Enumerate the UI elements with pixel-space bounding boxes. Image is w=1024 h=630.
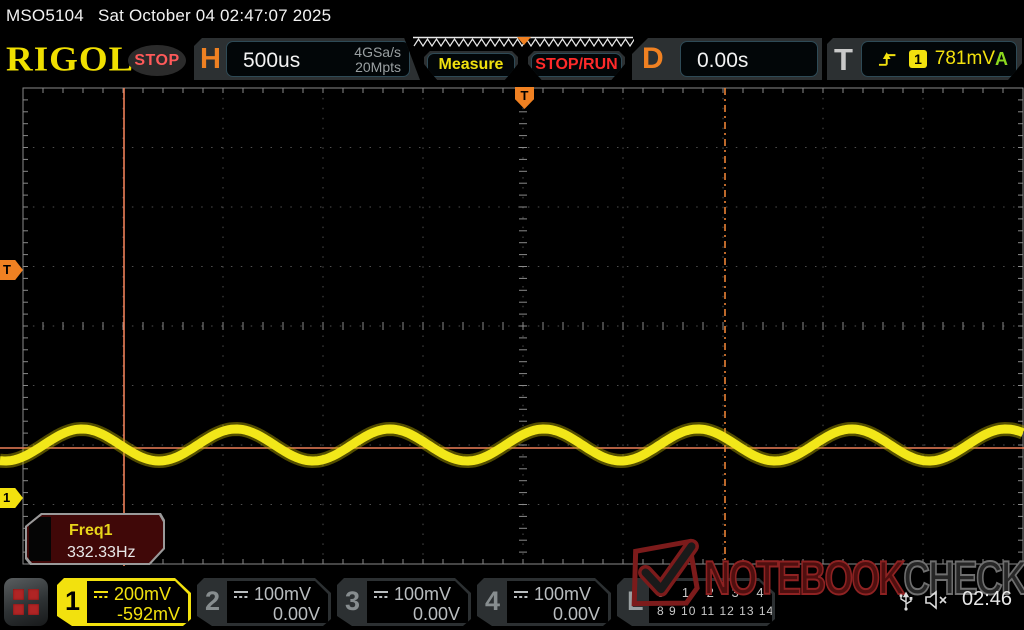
channel1-tab[interactable]: 1 200mV -592mV	[57, 578, 191, 626]
dc-coupling-icon	[233, 590, 249, 599]
trigger-level-value: 781mV	[934, 48, 995, 69]
horizontal-position-strip[interactable]	[412, 36, 634, 49]
oscilloscope-screen: MSO5104 Sat October 04 02:47:07 2025 RIGO…	[0, 0, 1024, 630]
measure-button[interactable]: Measure	[424, 51, 518, 80]
channel3-number: 3	[345, 586, 361, 616]
measurement-strip	[29, 517, 51, 561]
logic-channels-8-15: 8 9 10 11 12 13 14 15	[657, 604, 794, 618]
clock-label: 02:46	[962, 588, 1013, 610]
channel3-panel: 100mV 0.00V	[367, 581, 468, 623]
channel4-scale: 100mV	[534, 584, 592, 604]
measurement-value: 332.33Hz	[67, 544, 136, 561]
acquisition-info: 4GSa/s 20Mpts	[354, 45, 401, 75]
trigger-label: T	[834, 42, 853, 77]
channel4-panel: 100mV 0.00V	[507, 581, 608, 623]
horizontal-menu-block[interactable]: H 500us 4GSa/s 20Mpts	[194, 38, 420, 80]
delay-value: 0.00s	[697, 49, 749, 72]
status-area: 02:46	[898, 588, 1012, 611]
stop-run-button-label: STOP/RUN	[531, 53, 622, 77]
channel2-panel: 100mV 0.00V	[227, 581, 328, 623]
channel2-offset: 0.00V	[272, 604, 320, 624]
channel1-offset: -592mV	[116, 604, 180, 624]
dc-coupling-icon	[513, 590, 529, 599]
channel1-panel: 200mV -592mV	[87, 581, 188, 623]
logic-panel: 0 1 2 3 4 5 6 7 8 9 10 11 12 13 14 15	[649, 581, 772, 623]
delay-box[interactable]: 0.00s	[680, 41, 818, 77]
rigol-logo: RIGOL	[6, 40, 135, 79]
usb-icon	[899, 591, 913, 611]
rising-edge-icon	[878, 50, 897, 68]
delay-menu-block[interactable]: D 0.00s	[632, 38, 822, 80]
trigger-mode: A	[995, 48, 1008, 69]
channel2-tab[interactable]: 2 100mV 0.00V	[197, 578, 331, 626]
main-menu-button[interactable]	[4, 578, 48, 626]
channel3-scale: 100mV	[394, 584, 452, 604]
delay-label: D	[642, 42, 664, 75]
channel1-scale: 200mV	[114, 584, 172, 604]
sample-rate: 4GSa/s	[354, 44, 401, 60]
logic-channels-tab[interactable]: L 0 1 2 3 4 5 6 7 8 9 10 11 12 13 14 15	[617, 578, 775, 626]
dc-coupling-icon	[373, 590, 389, 599]
channel3-tab[interactable]: 3 100mV 0.00V	[337, 578, 471, 626]
trigger-menu-block[interactable]: T 1 781mV A	[827, 38, 1022, 80]
dc-coupling-icon	[93, 590, 109, 599]
run-state-badge: STOP	[128, 45, 186, 76]
stop-run-button[interactable]: STOP/RUN	[528, 51, 625, 80]
channel4-offset: 0.00V	[552, 604, 600, 624]
channel4-tab[interactable]: 4 100mV 0.00V	[477, 578, 611, 626]
timebase-box[interactable]: 500us 4GSa/s 20Mpts	[226, 41, 410, 77]
channel2-number: 2	[205, 586, 221, 616]
speaker-muted-icon[interactable]	[924, 589, 952, 611]
channel1-number: 1	[65, 586, 81, 616]
channel4-number: 4	[485, 586, 501, 616]
horizontal-label: H	[200, 43, 221, 75]
measure-button-label: Measure	[427, 53, 515, 77]
timebase-value: 500us	[243, 49, 301, 72]
measurement-result-box[interactable]: Freq1 332.33Hz	[25, 513, 165, 565]
logic-label: L	[627, 586, 644, 616]
menu-grid-icon	[13, 589, 39, 615]
channel3-offset: 0.00V	[412, 604, 460, 624]
trigger-box[interactable]: 1 781mV A	[861, 41, 1017, 77]
measurement-result-panel: Freq1 332.33Hz	[27, 515, 163, 563]
measurement-name: Freq1	[69, 522, 113, 539]
trigger-source-badge: 1	[909, 50, 926, 68]
channel2-scale: 100mV	[254, 584, 312, 604]
memory-depth: 20Mpts	[355, 59, 401, 75]
